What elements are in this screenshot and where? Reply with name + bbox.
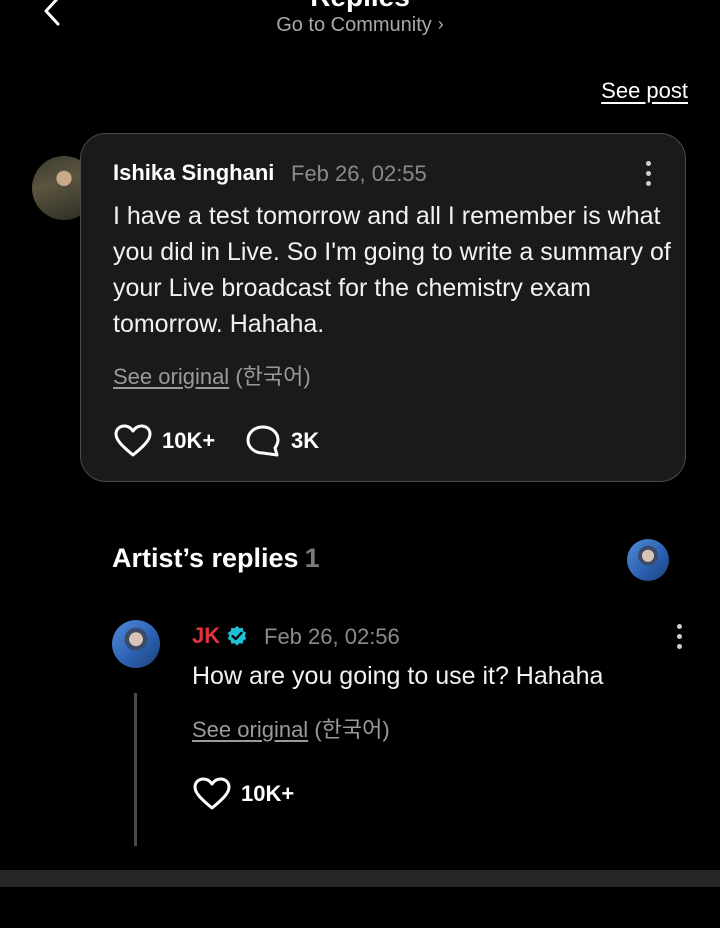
reply-like-button[interactable]: 10K+ xyxy=(193,777,294,811)
post-more-menu-icon[interactable] xyxy=(644,161,652,189)
reply-see-original-link[interactable]: See original xyxy=(192,717,308,742)
post-language-label: (한국어) xyxy=(235,364,311,389)
post-like-count: 10K+ xyxy=(162,428,216,453)
reply-author[interactable]: JK xyxy=(192,623,248,649)
reply-more-menu-icon[interactable] xyxy=(675,624,683,652)
thread-line xyxy=(134,693,137,846)
post-comment-button[interactable]: 3K xyxy=(245,424,319,458)
heart-icon xyxy=(114,424,152,457)
artist-replies-heading: Artist’s replies 1 xyxy=(112,543,320,574)
post-card: Ishika Singhani Feb 26, 02:55 I have a t… xyxy=(80,133,686,482)
chevron-right-icon: › xyxy=(437,14,444,34)
see-post-link[interactable]: See post xyxy=(601,78,688,104)
reply-author-name: JK xyxy=(192,623,221,648)
reply-author-avatar[interactable] xyxy=(112,620,160,668)
reply-see-original: See original (한국어) xyxy=(192,712,390,744)
heart-icon xyxy=(193,777,231,810)
comment-bubble-icon xyxy=(246,425,280,457)
post-date: Feb 26, 02:55 xyxy=(291,161,427,186)
post-author-name[interactable]: Ishika Singhani xyxy=(113,160,274,186)
artist-avatar[interactable] xyxy=(627,539,669,581)
artist-replies-title: Artist’s replies xyxy=(112,543,299,573)
reply-like-count: 10K+ xyxy=(241,781,295,806)
reply-date: Feb 26, 02:56 xyxy=(264,624,400,649)
go-to-community-link[interactable]: Go to Community › xyxy=(0,14,720,37)
post-like-button[interactable]: 10K+ xyxy=(114,424,215,458)
bottom-divider xyxy=(0,870,720,887)
post-body: I have a test tomorrow and all I remembe… xyxy=(113,202,671,338)
verified-badge-icon xyxy=(227,626,247,646)
reply-language-label: (한국어) xyxy=(314,717,390,742)
post-comment-count: 3K xyxy=(291,428,320,453)
post-see-original-link[interactable]: See original xyxy=(113,364,229,389)
artist-replies-count: 1 xyxy=(304,543,320,573)
reply-body: How are you going to use it? Hahaha xyxy=(192,662,604,690)
go-to-community-label: Go to Community xyxy=(276,14,432,36)
page-title: Replies xyxy=(0,0,720,12)
post-see-original: See original (한국어) xyxy=(113,359,311,391)
